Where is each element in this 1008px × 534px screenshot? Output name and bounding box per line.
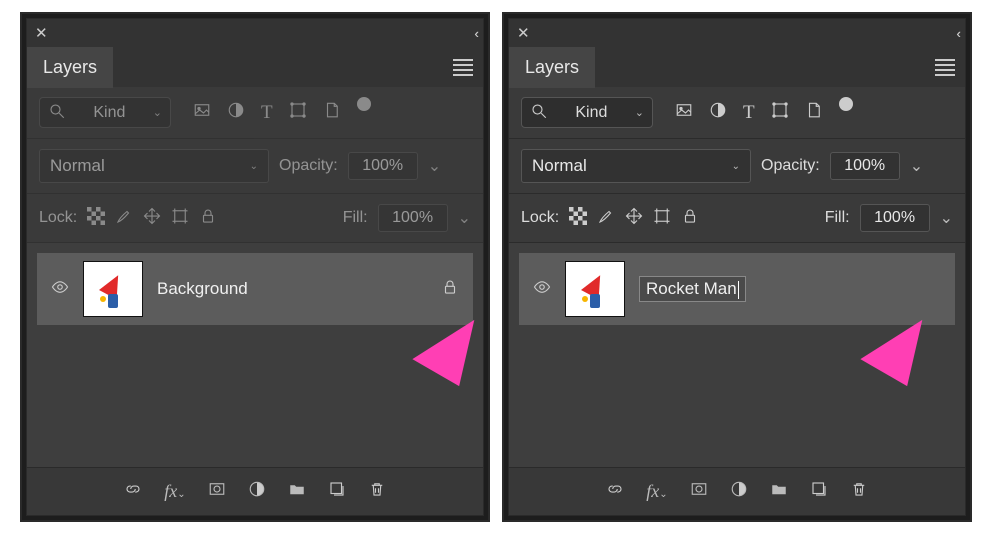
chevron-down-icon: ⌄ xyxy=(250,161,258,172)
filter-toggle-dot[interactable] xyxy=(839,97,853,111)
lock-row: Lock: Fill: 100% ⌄ xyxy=(509,194,965,243)
filter-shape-icon[interactable] xyxy=(771,101,789,124)
blend-row: Normal ⌄ Opacity: 100% ⌄ xyxy=(27,139,483,194)
search-icon xyxy=(48,102,66,123)
layer-row[interactable]: Background xyxy=(37,253,473,325)
chevron-down-icon: ⌄ xyxy=(635,106,644,119)
opacity-label: Opacity: xyxy=(279,157,338,175)
layers-list: Rocket Man xyxy=(509,243,965,467)
chevron-down-icon[interactable]: ⌄ xyxy=(428,156,441,176)
panel-menu-icon[interactable] xyxy=(453,59,473,76)
new-group-icon[interactable] xyxy=(288,480,306,503)
filter-adjustment-icon[interactable] xyxy=(709,101,727,124)
filter-kind-dropdown[interactable]: Kind ⌄ xyxy=(39,97,171,128)
filter-label: Kind xyxy=(575,104,607,122)
visibility-eye-icon[interactable] xyxy=(533,278,551,301)
close-icon[interactable]: ✕ xyxy=(517,24,530,42)
layer-row[interactable]: Rocket Man xyxy=(519,253,955,325)
cursor-arrow-annotation xyxy=(412,303,491,386)
panel-topbar: ✕ ‹‹ xyxy=(509,19,965,47)
filter-kind-dropdown[interactable]: Kind ⌄ xyxy=(521,97,653,128)
layer-actions-bar: fx⌄ xyxy=(509,467,965,515)
lock-artboard-icon[interactable] xyxy=(653,207,671,230)
fill-input[interactable]: 100% xyxy=(860,204,930,232)
cursor-arrow-annotation xyxy=(860,303,939,386)
filter-image-icon[interactable] xyxy=(675,101,693,124)
layers-list: Background xyxy=(27,243,483,467)
filter-shape-icon[interactable] xyxy=(289,101,307,124)
lock-all-icon[interactable] xyxy=(199,207,217,230)
lock-brush-icon[interactable] xyxy=(597,207,615,230)
filter-row: Kind ⌄ T xyxy=(509,87,965,139)
lock-label: Lock: xyxy=(521,209,559,227)
close-icon[interactable]: ✕ xyxy=(35,24,48,42)
filter-toggle-dot[interactable] xyxy=(357,97,371,111)
chevron-down-icon[interactable]: ⌄ xyxy=(458,208,471,228)
panel-topbar: ✕ ‹‹ xyxy=(27,19,483,47)
lock-all-icon[interactable] xyxy=(681,207,699,230)
fill-label: Fill: xyxy=(343,209,368,227)
link-layers-icon[interactable] xyxy=(124,480,142,503)
new-group-icon[interactable] xyxy=(770,480,788,503)
fx-icon[interactable]: fx⌄ xyxy=(646,481,667,502)
layer-name-input[interactable]: Rocket Man xyxy=(639,276,746,302)
search-icon xyxy=(530,102,548,123)
lock-artboard-icon[interactable] xyxy=(171,207,189,230)
collapse-icon[interactable]: ‹‹ xyxy=(956,26,957,41)
filter-label: Kind xyxy=(93,104,125,122)
opacity-label: Opacity: xyxy=(761,157,820,175)
mask-icon[interactable] xyxy=(208,480,226,503)
layer-thumbnail[interactable] xyxy=(565,261,625,317)
link-layers-icon[interactable] xyxy=(606,480,624,503)
adjustment-layer-icon[interactable] xyxy=(248,480,266,503)
filter-smartobject-icon[interactable] xyxy=(323,101,341,124)
collapse-icon[interactable]: ‹‹ xyxy=(474,26,475,41)
lock-brush-icon[interactable] xyxy=(115,207,133,230)
new-layer-icon[interactable] xyxy=(328,480,346,503)
visibility-eye-icon[interactable] xyxy=(51,278,69,301)
lock-pixels-icon[interactable] xyxy=(569,207,587,230)
blend-mode-select[interactable]: Normal ⌄ xyxy=(39,149,269,183)
chevron-down-icon[interactable]: ⌄ xyxy=(910,156,923,176)
delete-layer-icon[interactable] xyxy=(850,480,868,503)
new-layer-icon[interactable] xyxy=(810,480,828,503)
layer-thumbnail[interactable] xyxy=(83,261,143,317)
chevron-down-icon[interactable]: ⌄ xyxy=(940,208,953,228)
lock-position-icon[interactable] xyxy=(625,207,643,230)
fill-input[interactable]: 100% xyxy=(378,204,448,232)
mask-icon[interactable] xyxy=(690,480,708,503)
blend-row: Normal ⌄ Opacity: 100% ⌄ xyxy=(509,139,965,194)
filter-row: Kind ⌄ T xyxy=(27,87,483,139)
lock-row: Lock: Fill: 100% ⌄ xyxy=(27,194,483,243)
tab-bar: Layers xyxy=(27,47,483,87)
fx-icon[interactable]: fx⌄ xyxy=(164,481,185,502)
lock-label: Lock: xyxy=(39,209,77,227)
opacity-input[interactable]: 100% xyxy=(830,152,900,180)
layer-name-label[interactable]: Background xyxy=(157,279,248,299)
panel-menu-icon[interactable] xyxy=(935,59,955,76)
tab-layers[interactable]: Layers xyxy=(509,47,595,88)
blend-mode-select[interactable]: Normal ⌄ xyxy=(521,149,751,183)
tab-bar: Layers xyxy=(509,47,965,87)
lock-icon[interactable] xyxy=(441,278,459,301)
lock-pixels-icon[interactable] xyxy=(87,207,105,230)
filter-adjustment-icon[interactable] xyxy=(227,101,245,124)
delete-layer-icon[interactable] xyxy=(368,480,386,503)
filter-text-icon[interactable]: T xyxy=(743,102,755,124)
filter-image-icon[interactable] xyxy=(193,101,211,124)
filter-text-icon[interactable]: T xyxy=(261,102,273,124)
adjustment-layer-icon[interactable] xyxy=(730,480,748,503)
layers-panel-left: ✕ ‹‹ Layers Kind ⌄ T xyxy=(20,12,490,522)
layer-actions-bar: fx⌄ xyxy=(27,467,483,515)
fill-label: Fill: xyxy=(825,209,850,227)
tab-layers[interactable]: Layers xyxy=(27,47,113,88)
opacity-input[interactable]: 100% xyxy=(348,152,418,180)
chevron-down-icon: ⌄ xyxy=(153,106,162,119)
filter-smartobject-icon[interactable] xyxy=(805,101,823,124)
chevron-down-icon: ⌄ xyxy=(732,161,740,172)
layers-panel-right: ✕ ‹‹ Layers Kind ⌄ T xyxy=(502,12,972,522)
lock-position-icon[interactable] xyxy=(143,207,161,230)
